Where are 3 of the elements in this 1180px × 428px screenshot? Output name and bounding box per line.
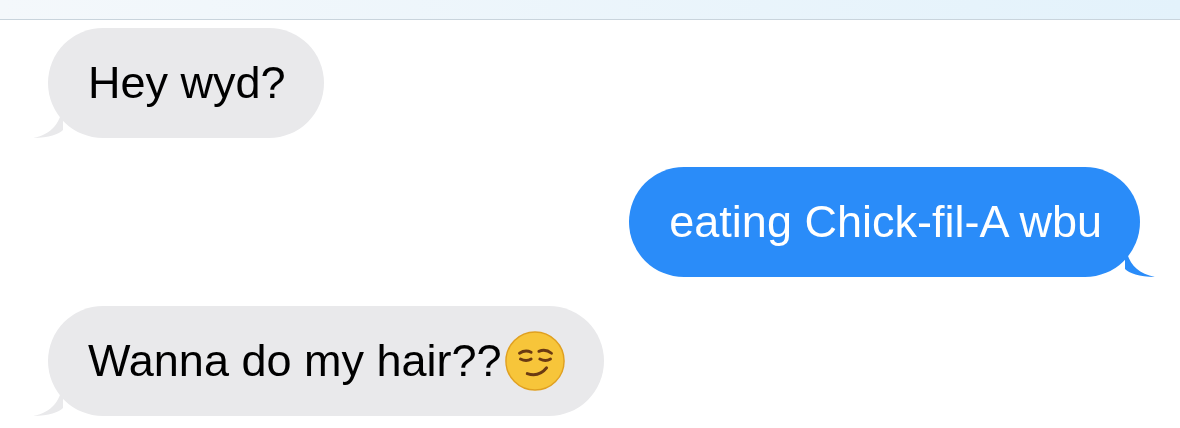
- message-bubble: Wanna do my hair??: [48, 306, 604, 416]
- message-bubble: Hey wyd?: [48, 28, 324, 138]
- message-bubble: eating Chick-fil-A wbu: [629, 167, 1140, 277]
